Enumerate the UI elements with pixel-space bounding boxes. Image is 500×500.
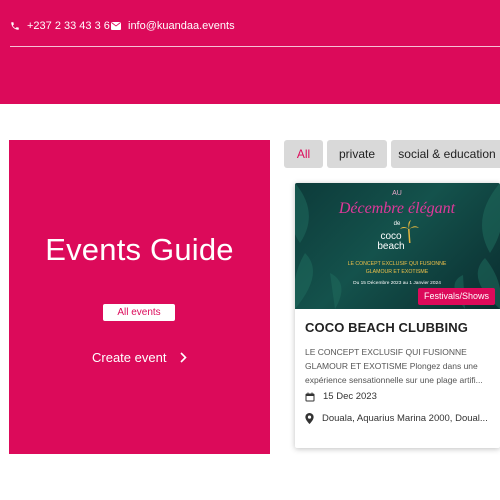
palm-tree-icon: [400, 220, 419, 243]
category-badge: Festivals/Shows: [417, 288, 495, 305]
event-location: Douala, Aquarius Marina 2000, Doual...: [305, 413, 488, 424]
top-bar: +237 2 33 43 3 6 info@kuandaa.events: [0, 0, 500, 104]
envelope-icon: [111, 22, 121, 30]
phone-contact[interactable]: +237 2 33 43 3 6: [10, 18, 110, 34]
poster-tagline2: GLAMOUR ET EXOTISME: [366, 269, 429, 275]
create-event-label: Create event: [92, 350, 167, 365]
email-contact[interactable]: info@kuandaa.events: [111, 18, 235, 34]
event-location-text: Douala, Aquarius Marina 2000, Doual...: [322, 413, 488, 424]
location-pin-icon: [305, 413, 314, 424]
events-guide-title: Events Guide: [45, 232, 234, 267]
poster-dates: Du 15 Décembre 2023 au 1 Janvier 2024: [353, 280, 441, 286]
poster-line2: Décembre élégant: [338, 200, 456, 217]
email-address: info@kuandaa.events: [128, 20, 235, 32]
create-event-link[interactable]: Create event: [92, 350, 188, 365]
event-title[interactable]: COCO BEACH CLUBBING: [305, 320, 468, 335]
event-poster[interactable]: AU Décembre élégant de coco beach LE CON…: [295, 183, 500, 309]
event-date: 15 Dec 2023: [305, 391, 377, 402]
filter-all[interactable]: All: [284, 140, 323, 168]
all-events-button[interactable]: All events: [103, 304, 175, 321]
event-date-text: 15 Dec 2023: [323, 391, 377, 402]
events-guide-panel: Events Guide All events Create event: [9, 140, 270, 454]
filter-private[interactable]: private: [327, 140, 387, 168]
header-divider: [10, 46, 500, 47]
calendar-icon: [305, 392, 315, 401]
poster-line3: de: [394, 221, 401, 227]
event-card[interactable]: AU Décembre élégant de coco beach LE CON…: [295, 183, 500, 448]
phone-number: +237 2 33 43 3 6: [27, 20, 110, 32]
phone-icon: [11, 22, 19, 30]
poster-line1: AU: [392, 190, 402, 197]
chevron-right-icon: [180, 352, 188, 363]
poster-logo-line2: beach: [377, 241, 404, 252]
poster-tagline1: LE CONCEPT EXCLUSIF QUI FUSIONNE: [348, 261, 447, 267]
filter-social-education[interactable]: social & education: [391, 140, 500, 168]
event-description: LE CONCEPT EXCLUSIF QUI FUSIONNE GLAMOUR…: [305, 347, 483, 385]
